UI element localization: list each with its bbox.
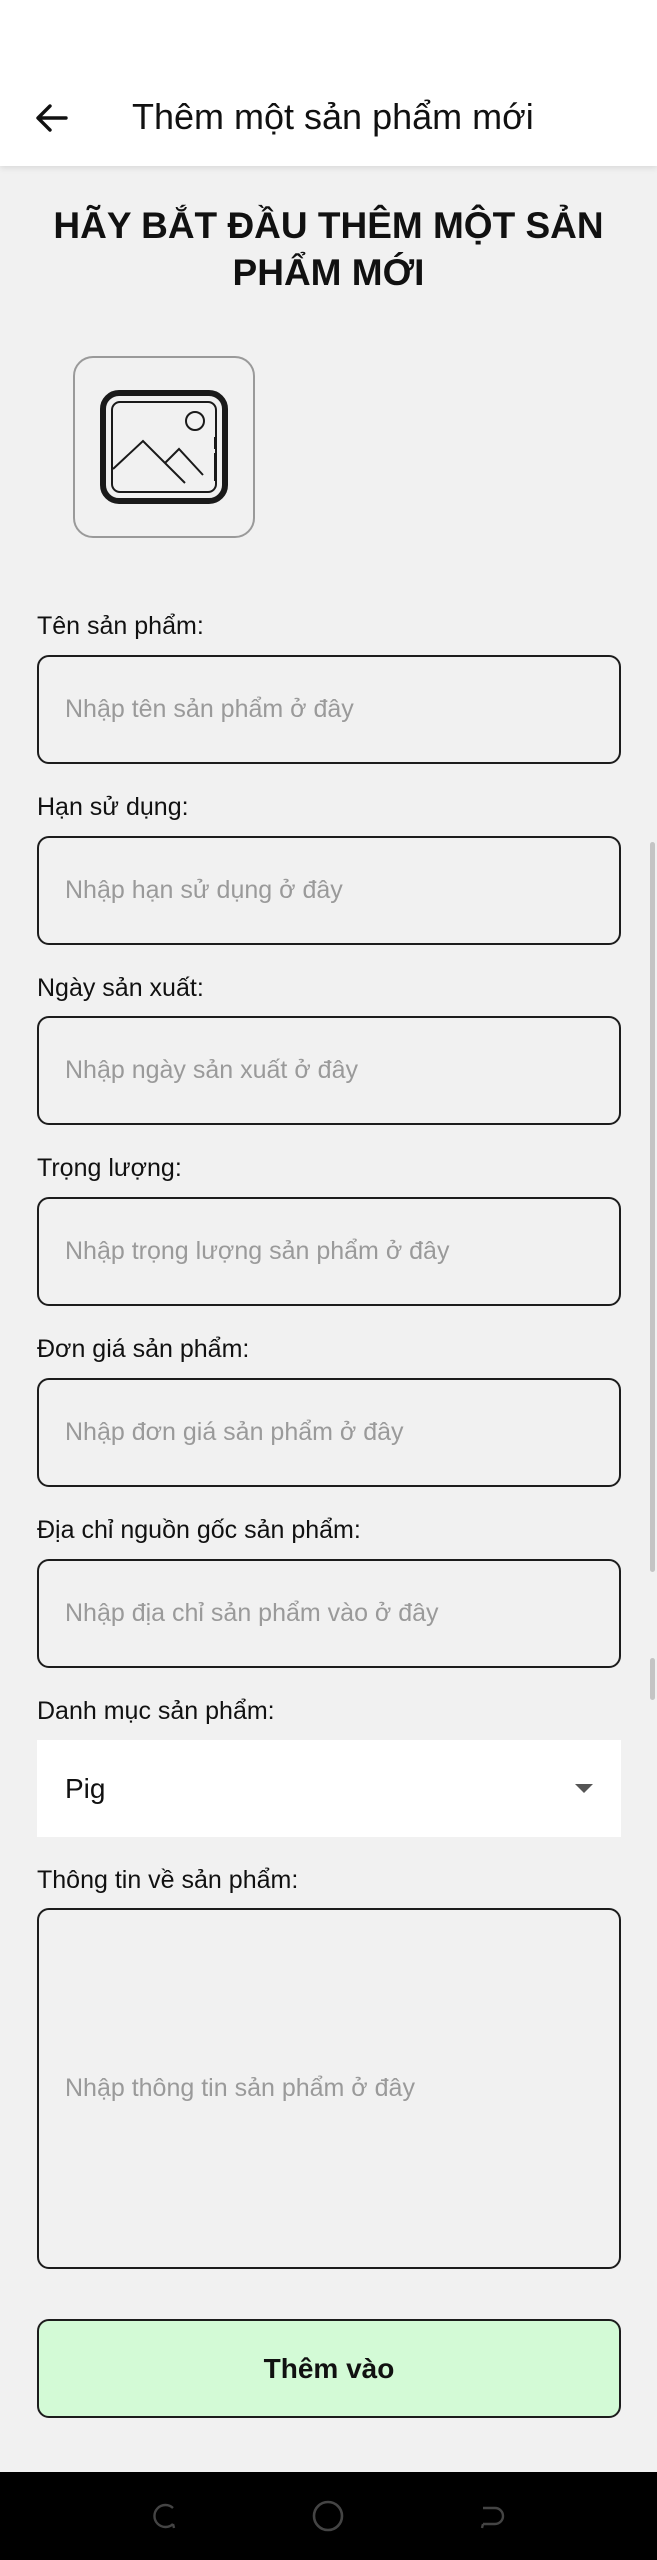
home-icon xyxy=(312,2500,344,2532)
caret-down-icon xyxy=(575,1784,593,1793)
origin-address-placeholder: Nhập địa chỉ sản phẩm vào ở đây xyxy=(65,1599,439,1627)
weight-label: Trọng lượng: xyxy=(37,1154,182,1182)
origin-address-input[interactable]: Nhập địa chỉ sản phẩm vào ở đây xyxy=(37,1559,621,1668)
origin-address-label: Địa chỉ nguồn gốc sản phẩm: xyxy=(37,1516,361,1544)
scrollbar-marker xyxy=(650,1658,655,1700)
product-name-input[interactable]: Nhập tên sản phẩm ở đây xyxy=(37,655,621,764)
description-textarea[interactable]: Nhập thông tin sản phẩm ở đây xyxy=(37,1908,621,2269)
weight-input[interactable]: Nhập trọng lượng sản phẩm ở đây xyxy=(37,1197,621,1306)
back-nav-icon xyxy=(480,2506,505,2529)
description-placeholder: Nhập thông tin sản phẩm ở đây xyxy=(65,2074,415,2102)
expiry-date-input[interactable]: Nhập hạn sử dụng ở đây xyxy=(37,836,621,945)
weight-placeholder: Nhập trọng lượng sản phẩm ở đây xyxy=(65,1237,450,1265)
manufacture-date-placeholder: Nhập ngày sản xuất ở đây xyxy=(65,1056,358,1084)
back-nav-button[interactable] xyxy=(470,2494,514,2538)
category-label: Danh mục sản phẩm: xyxy=(37,1697,275,1725)
home-button[interactable] xyxy=(306,2494,350,2538)
recent-apps-icon xyxy=(153,2503,176,2529)
description-label: Thông tin về sản phẩm: xyxy=(37,1866,299,1894)
recent-apps-button[interactable] xyxy=(142,2494,186,2538)
image-placeholder-icon xyxy=(100,390,228,504)
add-product-button[interactable]: Thêm vào xyxy=(37,2319,621,2418)
manufacture-date-label: Ngày sản xuất: xyxy=(37,974,204,1002)
product-name-label: Tên sản phẩm: xyxy=(37,612,204,640)
arrow-left-icon xyxy=(36,104,68,132)
unit-price-placeholder: Nhập đơn giá sản phẩm ở đây xyxy=(65,1418,404,1446)
page-title: Thêm một sản phẩm mới xyxy=(132,96,534,137)
system-nav-bar xyxy=(0,2472,657,2560)
category-select[interactable]: Pig xyxy=(37,1740,621,1837)
back-button[interactable] xyxy=(24,90,80,146)
unit-price-input[interactable]: Nhập đơn giá sản phẩm ở đây xyxy=(37,1378,621,1487)
product-name-placeholder: Nhập tên sản phẩm ở đây xyxy=(65,695,354,723)
manufacture-date-input[interactable]: Nhập ngày sản xuất ở đây xyxy=(37,1016,621,1125)
expiry-date-placeholder: Nhập hạn sử dụng ở đây xyxy=(65,876,343,904)
expiry-date-label: Hạn sử dụng: xyxy=(37,793,189,821)
category-selected-value: Pig xyxy=(65,1772,106,1804)
app-bar: Thêm một sản phẩm mới xyxy=(0,0,657,166)
scrollbar[interactable] xyxy=(650,842,655,1572)
image-picker[interactable] xyxy=(73,356,255,538)
section-heading: HÃY BẮT ĐẦU THÊM MỘT SẢN PHẨM MỚI xyxy=(53,205,604,293)
unit-price-label: Đơn giá sản phẩm: xyxy=(37,1335,250,1363)
